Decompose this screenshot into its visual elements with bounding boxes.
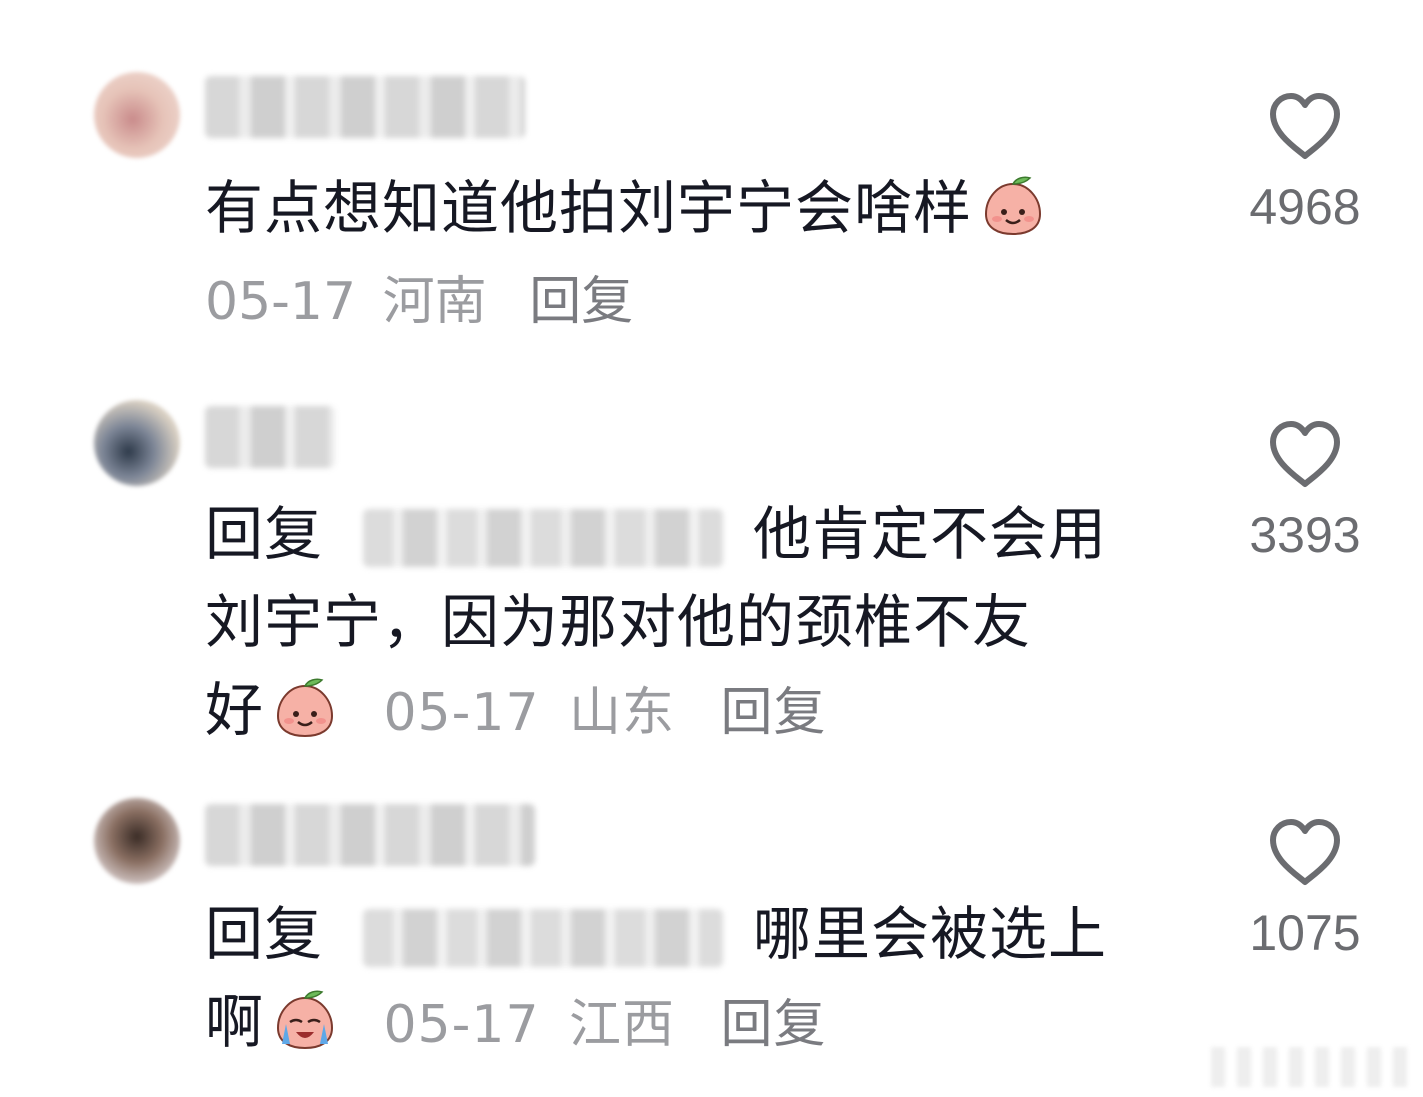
comment-text-line2: 刘宇宁，因为那对他的颈椎不友 <box>205 588 1032 656</box>
like-count: 1075 <box>1249 905 1361 961</box>
watermark-redacted <box>1211 1047 1411 1087</box>
like-button[interactable]: 1075 <box>1240 818 1370 962</box>
comment-text-line1: 他肯定不会用 <box>753 500 1108 568</box>
comment-text-line3: 好 <box>205 676 265 744</box>
comment-content: 回复 他肯定不会用 刘宇宁，因为那对他的颈椎不友 好 05-17 山东 回复 <box>205 490 1185 757</box>
comment-date: 05-17 <box>383 683 540 743</box>
comment-text-line1: 哪里会被选上 <box>753 900 1108 968</box>
nickname-redacted[interactable] <box>205 406 335 468</box>
avatar[interactable] <box>94 798 180 884</box>
heart-outline-icon <box>1270 421 1340 487</box>
like-button[interactable]: 4968 <box>1240 92 1370 236</box>
nickname-redacted[interactable] <box>205 76 525 138</box>
peach-smile-icon <box>272 676 338 738</box>
comment-location: 河南 <box>382 272 487 332</box>
reply-target-redacted[interactable] <box>363 908 724 967</box>
reply-button[interactable]: 回复 <box>720 995 826 1055</box>
comment-content: 有点想知道他拍刘宇宁会啥样 <box>205 164 1185 252</box>
avatar[interactable] <box>94 72 180 158</box>
like-count: 3393 <box>1249 507 1361 563</box>
like-count: 4968 <box>1249 179 1361 235</box>
comment-location: 江西 <box>569 995 676 1055</box>
comment-meta: 05-17 河南 回复 <box>205 262 633 342</box>
heart-outline-icon <box>1270 93 1340 159</box>
comment-location: 山东 <box>569 683 676 743</box>
heart-outline-icon <box>1270 819 1340 885</box>
comment-content: 回复 哪里会被选上 啊 05-17 江西 回复 <box>205 890 1185 1069</box>
reply-prefix: 回复 <box>205 900 324 968</box>
comment-date: 05-17 <box>383 995 540 1055</box>
comment-text-line2: 啊 <box>205 988 265 1056</box>
avatar[interactable] <box>94 400 180 486</box>
like-button[interactable]: 3393 <box>1240 420 1370 564</box>
peach-smile-icon <box>980 174 1046 236</box>
peach-crying-laughing-icon <box>272 988 338 1050</box>
reply-prefix: 回复 <box>205 500 324 568</box>
reply-target-redacted[interactable] <box>363 508 724 567</box>
reply-button[interactable]: 回复 <box>720 683 826 743</box>
comment-text: 有点想知道他拍刘宇宁会啥样 <box>205 174 973 242</box>
comment-date: 05-17 <box>205 272 357 332</box>
nickname-redacted[interactable] <box>205 804 535 866</box>
reply-button[interactable]: 回复 <box>529 272 633 332</box>
